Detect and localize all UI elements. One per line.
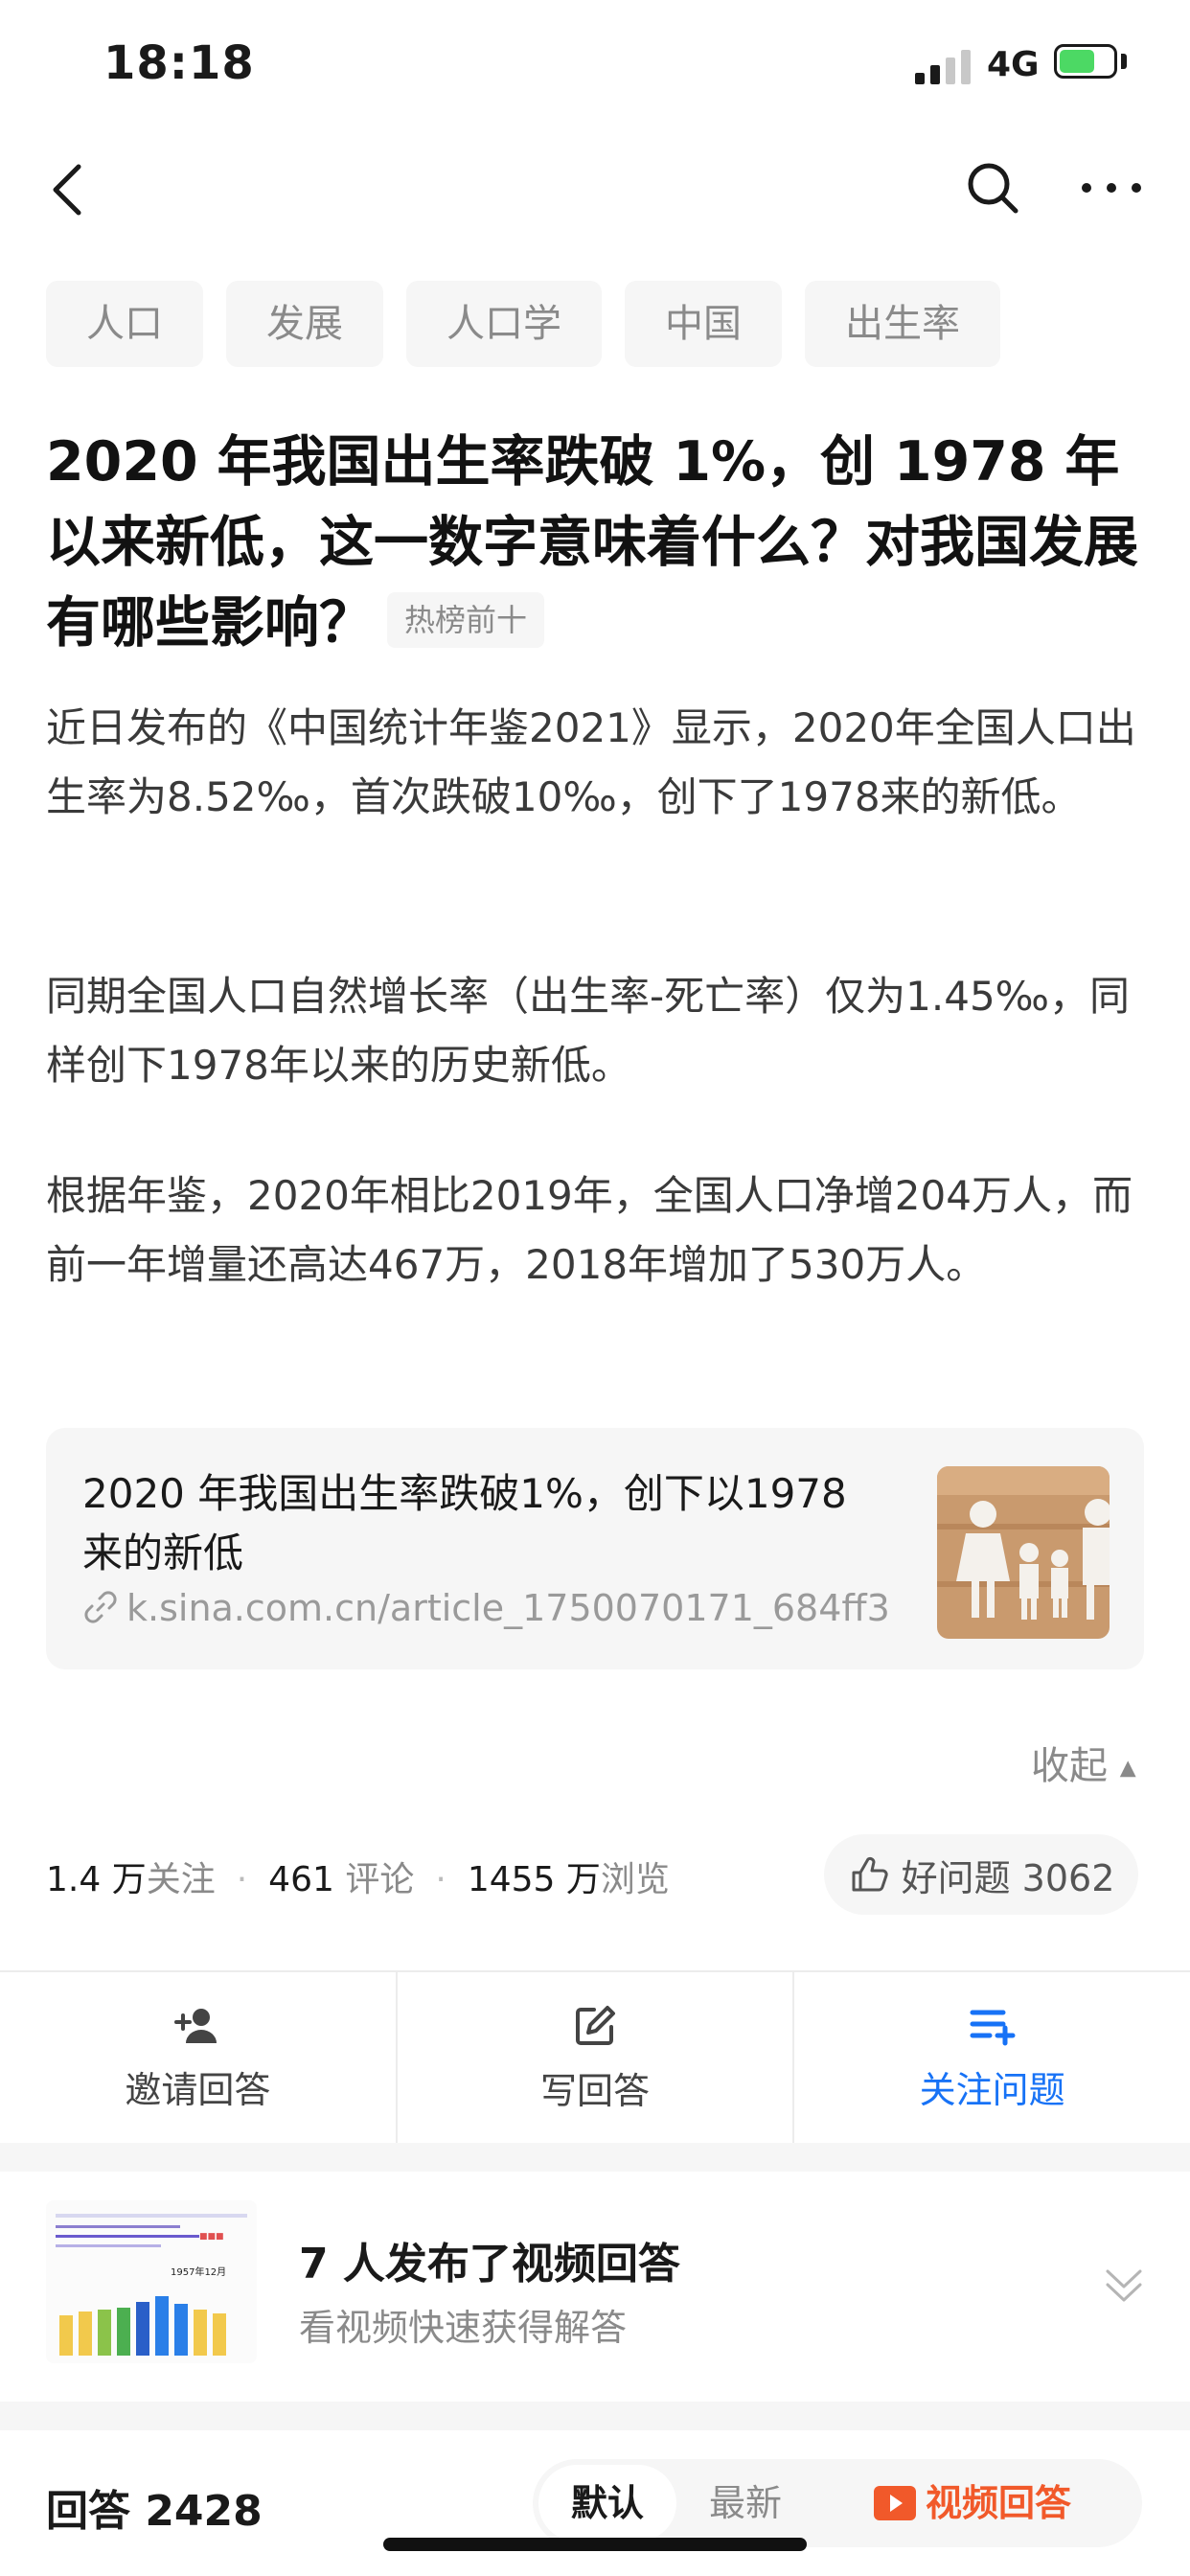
write-answer-button[interactable]: 写回答: [398, 1972, 795, 2145]
question-actions: 邀请回答 写回答 关注问题: [0, 1970, 1190, 2145]
question-paragraph: 近日发布的《中国统计年鉴2021》显示，2020年全国人口出生率为8.52‰，首…: [46, 704, 1136, 820]
more-icon[interactable]: [1077, 169, 1146, 207]
invite-answer-button[interactable]: 邀请回答: [0, 1972, 398, 2145]
answer-sort-bar: 默认 最新 视频回答: [533, 2459, 1142, 2547]
good-question-button[interactable]: 好问题 3062: [824, 1834, 1138, 1915]
hot-list-badge[interactable]: 热榜前十: [387, 592, 545, 649]
follow-question-label: 关注问题: [919, 2068, 1065, 2111]
topic-tag[interactable]: 发展: [226, 281, 383, 367]
view-count: 1455 万: [467, 1860, 601, 1899]
sort-latest-tab[interactable]: 最新: [676, 2465, 814, 2542]
link-card-url: k.sina.com.cn/article_1750070171_684ff3.…: [82, 1587, 887, 1629]
back-icon[interactable]: [48, 161, 86, 218]
edit-icon: [576, 2005, 615, 2045]
question-title: 2020 年我国出生率跌破 1%，创 1978 年以来新低，这一数字意味着什么？…: [46, 422, 1148, 663]
topic-tag[interactable]: 人口: [46, 281, 203, 367]
comment-label[interactable]: 评论: [345, 1860, 414, 1899]
follow-count: 1.4 万: [46, 1860, 147, 1899]
question-title-text: 2020 年我国出生率跌破 1%，创 1978 年以来新低，这一数字意味着什么？…: [46, 430, 1138, 655]
view-label: 浏览: [600, 1860, 670, 1899]
section-divider: [0, 2402, 1190, 2430]
answer-count: 回答 2428: [46, 2487, 263, 2536]
topic-tag[interactable]: 人口学: [406, 281, 602, 367]
question-paragraph: 根据年鉴，2020年相比2019年，全国人口净增204万人，而前一年增量还高达4…: [46, 1172, 1133, 1288]
topic-tag[interactable]: 中国: [625, 281, 782, 367]
section-divider: [0, 2143, 1190, 2172]
topic-tag[interactable]: 出生率: [805, 281, 1000, 367]
search-icon[interactable]: [964, 159, 1021, 217]
network-type: 4G: [987, 45, 1040, 84]
collapse-button[interactable]: 收起 ▲: [1031, 1735, 1136, 1790]
video-play-icon: [873, 2486, 916, 2520]
video-answers-title: 7 人发布了视频回答: [299, 2240, 680, 2288]
follow-label: 关注: [146, 1860, 216, 1899]
follow-list-icon: [970, 2010, 1016, 2045]
follow-question-button[interactable]: 关注问题: [794, 1972, 1190, 2145]
signal-icon: [915, 48, 971, 84]
question-stats: 1.4 万关注 · 461 评论 · 1455 万浏览: [46, 1860, 670, 1899]
sort-default-tab[interactable]: 默认: [538, 2465, 677, 2542]
invite-answer-label: 邀请回答: [125, 2068, 271, 2111]
link-icon: [84, 1590, 117, 1623]
expand-chevron-icon[interactable]: [1100, 2262, 1148, 2310]
video-thumb-label: 1957年12月: [171, 2266, 226, 2278]
topic-tags: 人口 发展 人口学 中国 出生率: [46, 281, 1000, 367]
thumbs-up-icon: [852, 1856, 888, 1892]
link-card-title: 2020 年我国出生率跌破1%，创下以1978来的新低: [82, 1470, 847, 1576]
sort-video-label: 视频回答: [925, 2482, 1071, 2524]
collapse-label: 收起: [1031, 1744, 1108, 1788]
question-paragraph: 同期全国人口自然增长率（出生率-死亡率）仅为1.45‰，同样创下1978年以来的…: [46, 973, 1131, 1089]
home-indicator: [383, 2538, 807, 2551]
caret-up-icon: ▲: [1119, 1756, 1136, 1781]
battery-icon: [1054, 44, 1117, 79]
comment-count[interactable]: 461: [268, 1860, 334, 1899]
battery-cap: [1121, 54, 1127, 69]
family-thumbnail: [937, 1466, 1110, 1639]
link-url-text: k.sina.com.cn/article_1750070171_684ff3.…: [126, 1587, 887, 1629]
svg-text:■■■: ■■■: [199, 2232, 224, 2242]
video-answer-thumbnail[interactable]: ■■■ 1957年12月: [46, 2200, 257, 2363]
invite-user-icon: [174, 2008, 217, 2043]
sort-video-tab[interactable]: 视频回答: [839, 2465, 1104, 2542]
write-answer-label: 写回答: [540, 2069, 651, 2112]
status-time: 18:18: [103, 36, 255, 90]
good-question-label: 好问题 3062: [901, 1856, 1115, 1899]
video-answers-subtitle: 看视频快速获得解答: [299, 2307, 628, 2349]
